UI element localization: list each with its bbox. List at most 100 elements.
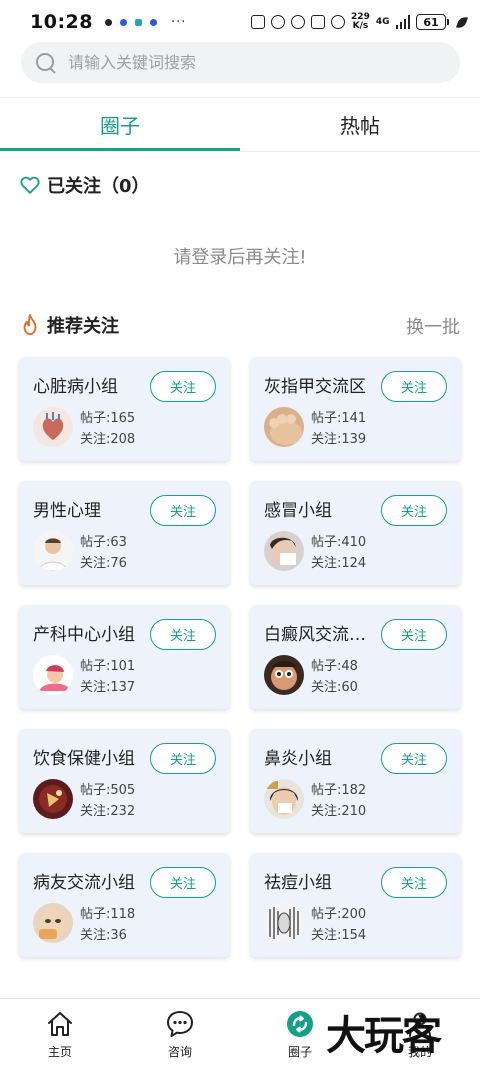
group-name: 男性心理 xyxy=(33,501,101,521)
follow-button[interactable]: 关注 xyxy=(150,371,216,402)
group-post-count: 帖子:505 xyxy=(80,783,136,798)
nav-label: 主页 xyxy=(47,1045,72,1059)
group-avatar xyxy=(33,779,73,819)
group-stats: 帖子:48 关注:60 xyxy=(311,656,358,698)
search-input[interactable] xyxy=(68,53,428,72)
group-card[interactable]: 鼻炎小组 关注 帖子:182 关注:210 xyxy=(250,729,461,833)
divider xyxy=(0,151,480,152)
group-grid: 心脏病小组 关注 帖子:165 关注:208 灰指甲交流区 关注 帖子:141 关注:139 男… xyxy=(19,357,461,957)
group-stats: 帖子:505 关注:232 xyxy=(80,780,135,822)
group-card[interactable]: 祛痘小组 关注 帖子:200 关注:154 xyxy=(250,853,461,957)
app-notification-icon xyxy=(134,18,142,26)
heart-icon xyxy=(20,176,40,194)
group-avatar xyxy=(264,407,304,447)
group-avatar xyxy=(33,407,73,447)
group-follower-count: 关注:76 xyxy=(80,556,127,571)
group-card[interactable]: 病友交流小组 关注 帖子:118 关注:36 xyxy=(19,853,230,957)
group-stats: 帖子:200 关注:154 xyxy=(311,904,366,946)
group-post-count: 帖子:63 xyxy=(80,535,127,550)
followed-title: 已关注（0） xyxy=(47,176,150,197)
group-follower-count: 关注:208 xyxy=(80,432,136,447)
group-stats: 帖子:101 关注:137 xyxy=(80,656,135,698)
follow-button[interactable]: 关注 xyxy=(381,867,447,898)
baby-image xyxy=(33,655,73,695)
app-notification-icon xyxy=(149,18,157,26)
group-card[interactable]: 灰指甲交流区 关注 帖子:141 关注:139 xyxy=(250,357,461,461)
group-post-count: 帖子:165 xyxy=(80,411,136,426)
status-bar: 10:28 ··· 229 K/s 4G 61 xyxy=(0,0,480,44)
group-follower-count: 关注:60 xyxy=(311,680,358,695)
group-name: 产科中心小组 xyxy=(33,625,135,645)
login-hint[interactable]: 请登录后再关注! xyxy=(0,243,480,269)
group-name: 感冒小组 xyxy=(264,501,332,521)
network-type: 4G xyxy=(375,16,390,27)
group-stats: 帖子:63 关注:76 xyxy=(80,532,127,574)
search-icon xyxy=(35,52,57,74)
status-time: 10:28 xyxy=(30,11,93,33)
group-avatar xyxy=(264,531,304,571)
group-follower-count: 关注:36 xyxy=(80,928,127,943)
group-card[interactable]: 心脏病小组 关注 帖子:165 关注:208 xyxy=(19,357,230,461)
fire-icon xyxy=(23,313,37,336)
group-avatar xyxy=(264,903,304,943)
nfc-icon xyxy=(251,15,266,29)
vibrate-icon xyxy=(311,15,326,29)
person-face-image xyxy=(33,903,73,943)
group-name: 心脏病小组 xyxy=(33,377,118,397)
follow-button[interactable]: 关注 xyxy=(150,619,216,650)
group-card[interactable]: 白癜风交流… 关注帖子:48 关注:60 xyxy=(250,605,461,709)
follow-button[interactable]: 关注 xyxy=(381,743,447,774)
follow-button[interactable]: 关注 xyxy=(150,867,216,898)
group-avatar xyxy=(33,531,73,571)
circle-icon xyxy=(287,1011,313,1037)
refresh-batch-button[interactable]: 换一批 xyxy=(406,313,460,339)
group-name: 病友交流小组 xyxy=(33,873,135,893)
recommend-title: 推荐关注 xyxy=(47,316,119,337)
nav-consult[interactable]: 咨询 xyxy=(120,999,240,1068)
home-icon xyxy=(48,1012,72,1036)
group-follower-count: 关注:137 xyxy=(80,680,136,695)
group-post-count: 帖子:118 xyxy=(80,907,136,922)
app-notification-icon xyxy=(104,18,112,26)
group-stats: 帖子:118 关注:36 xyxy=(80,904,135,946)
group-card[interactable]: 感冒小组 关注 帖子:410 关注:124 xyxy=(250,481,461,585)
tab-bar: 圈子 热帖 xyxy=(0,98,480,151)
group-follower-count: 关注:139 xyxy=(311,432,367,447)
tab-circles[interactable]: 圈子 xyxy=(0,98,240,151)
followed-header: 已关注（0） xyxy=(19,172,150,198)
group-post-count: 帖子:141 xyxy=(311,411,367,426)
group-card[interactable]: 男性心理 关注帖子:63 关注:76 xyxy=(19,481,230,585)
notification-icons: ··· xyxy=(104,15,186,30)
group-post-count: 帖子:101 xyxy=(80,659,136,674)
mute-icon xyxy=(331,15,346,29)
nav-label: 咨询 xyxy=(167,1045,192,1059)
net-speed: 229 K/s xyxy=(351,13,370,31)
group-name: 祛痘小组 xyxy=(264,873,332,893)
cartoon-face-image xyxy=(264,655,304,695)
woman-sneezing-image xyxy=(264,779,304,819)
follow-button[interactable]: 关注 xyxy=(150,495,216,526)
bluetooth-icon xyxy=(291,15,306,29)
alarm-icon xyxy=(271,15,286,29)
tab-hot-posts[interactable]: 热帖 xyxy=(240,98,480,151)
group-post-count: 帖子:48 xyxy=(311,659,358,674)
follow-button[interactable]: 关注 xyxy=(381,495,447,526)
group-avatar xyxy=(264,655,304,695)
group-name: 鼻炎小组 xyxy=(264,749,332,769)
group-name: 白癜风交流… xyxy=(264,625,366,645)
battery-icon: 61 xyxy=(416,14,449,30)
group-card[interactable]: 饮食保健小组 关注 帖子:505 关注:232 xyxy=(19,729,230,833)
group-name: 饮食保健小组 xyxy=(33,749,135,769)
group-follower-count: 关注:154 xyxy=(311,928,367,943)
group-avatar xyxy=(33,903,73,943)
follow-button[interactable]: 关注 xyxy=(381,371,447,402)
power-saving-icon xyxy=(456,14,468,30)
search-bar[interactable] xyxy=(21,42,460,83)
group-stats: 帖子:182 关注:210 xyxy=(311,780,366,822)
chat-icon xyxy=(167,1011,193,1037)
woman-tissue-image xyxy=(264,531,304,571)
nav-home[interactable]: 主页 xyxy=(0,999,120,1068)
follow-button[interactable]: 关注 xyxy=(381,619,447,650)
follow-button[interactable]: 关注 xyxy=(150,743,216,774)
group-card[interactable]: 产科中心小组 关注 帖子:101 关注:137 xyxy=(19,605,230,709)
